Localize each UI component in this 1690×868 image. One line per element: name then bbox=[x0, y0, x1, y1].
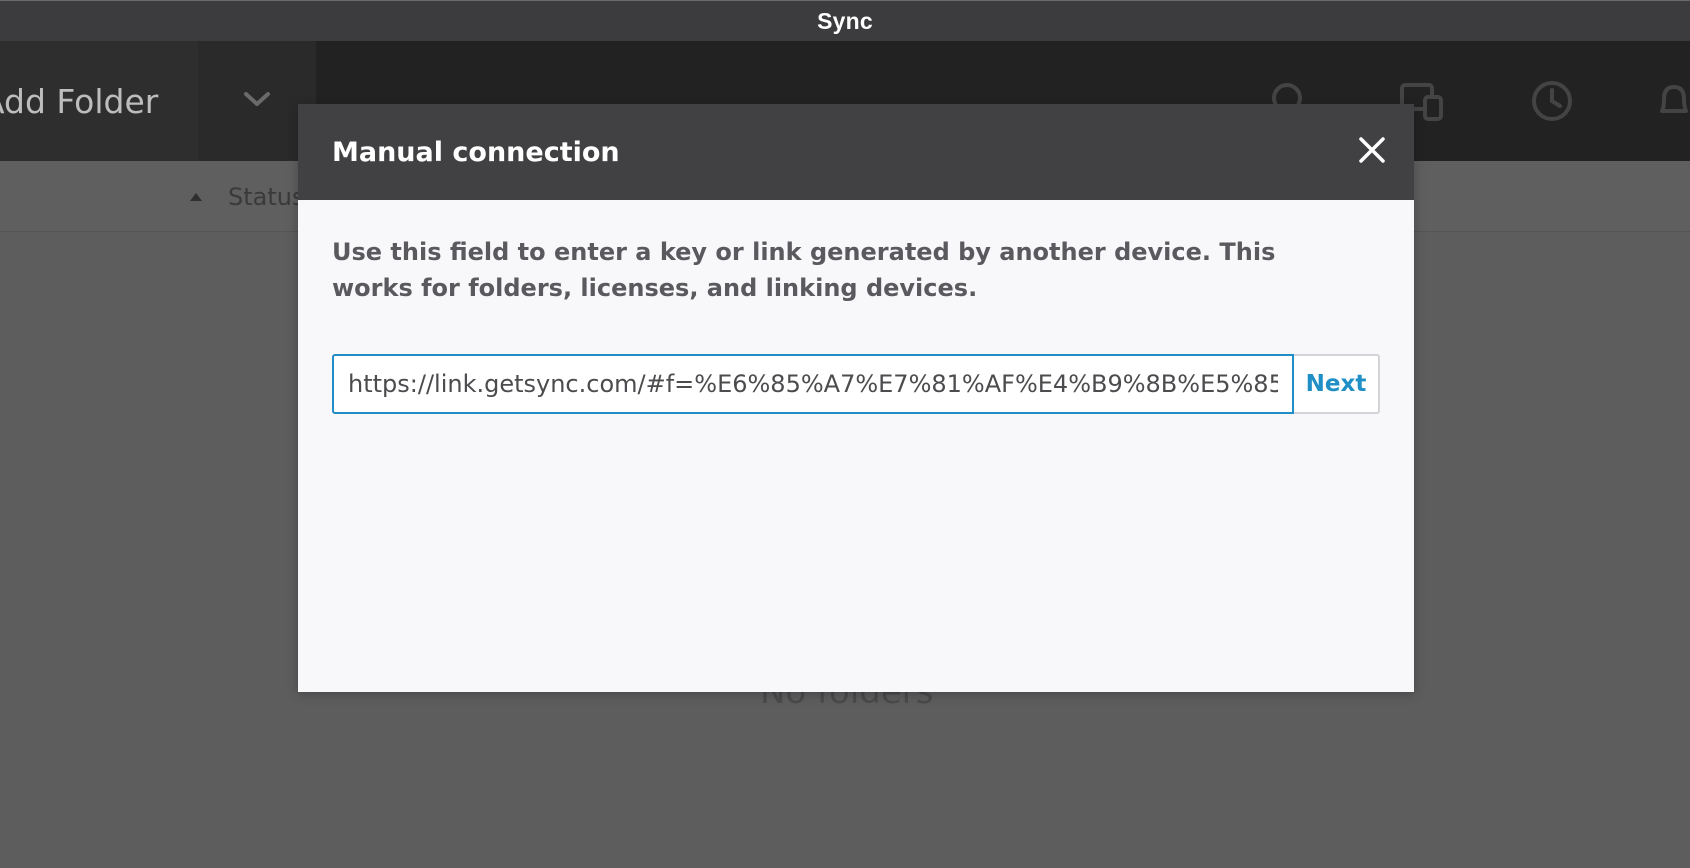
notifications-icon[interactable] bbox=[1650, 77, 1690, 125]
chevron-down-icon bbox=[242, 89, 272, 113]
window-title: Sync bbox=[817, 7, 873, 34]
dialog-body: Use this field to enter a key or link ge… bbox=[298, 200, 1414, 414]
app-window: Sync Add Folder Status No folders bbox=[0, 0, 1690, 868]
close-icon bbox=[1358, 136, 1386, 168]
dialog-description: Use this field to enter a key or link ge… bbox=[332, 238, 1276, 302]
history-icon[interactable] bbox=[1528, 77, 1576, 125]
link-input[interactable] bbox=[332, 354, 1294, 414]
close-button[interactable] bbox=[1354, 134, 1390, 170]
status-label: Status bbox=[228, 183, 305, 211]
dialog-header: Manual connection bbox=[298, 104, 1414, 200]
manual-connection-dialog: Manual connection Use this field to ente… bbox=[298, 104, 1414, 692]
next-button[interactable]: Next bbox=[1294, 354, 1380, 414]
add-folder-button[interactable]: Add Folder bbox=[0, 41, 198, 161]
link-input-group: Next bbox=[332, 354, 1380, 414]
status-sort-header[interactable]: Status bbox=[190, 183, 304, 211]
add-folder-label: Add Folder bbox=[0, 81, 159, 121]
dialog-title: Manual connection bbox=[332, 136, 620, 168]
title-bar: Sync bbox=[0, 0, 1690, 41]
sort-ascending-icon bbox=[190, 193, 202, 201]
